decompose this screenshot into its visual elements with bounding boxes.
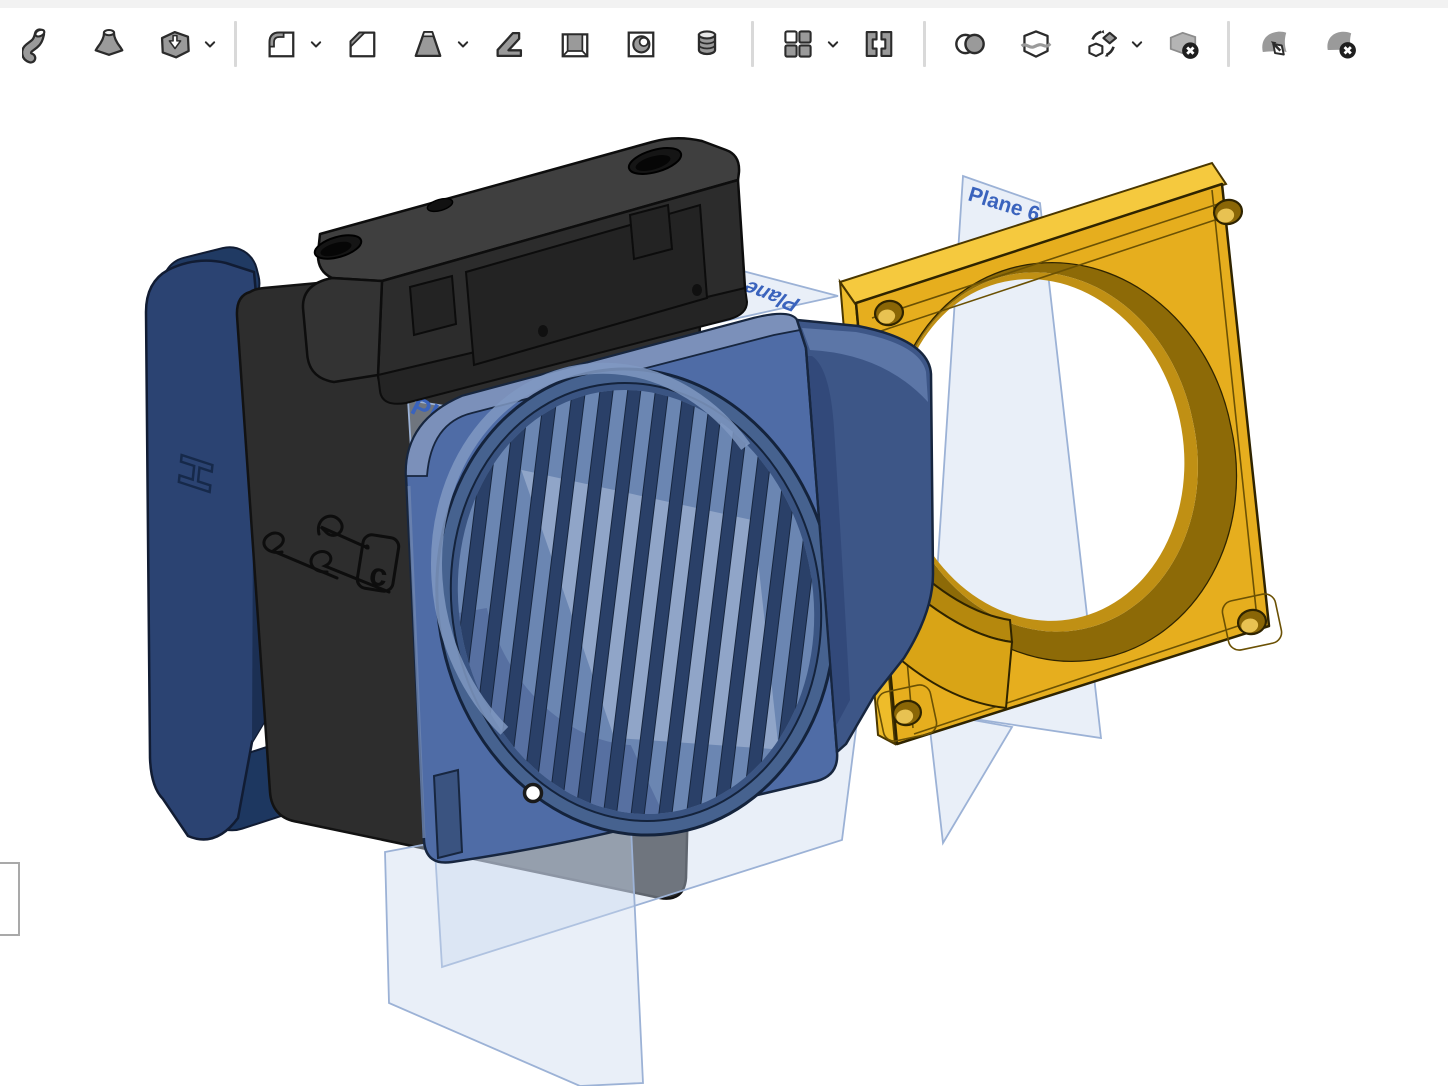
window-top-strip — [0, 0, 1448, 8]
draft-icon — [407, 23, 449, 65]
chevron-down-icon — [306, 34, 326, 54]
delete-face-button[interactable] — [1317, 18, 1363, 70]
toolbar — [0, 8, 1448, 81]
fillet-icon — [260, 23, 302, 65]
draft-dropdown[interactable] — [452, 18, 474, 70]
draft-button[interactable] — [405, 18, 451, 70]
loft-button[interactable] — [86, 18, 132, 70]
linear-pattern-dropdown[interactable] — [822, 18, 844, 70]
thicken-dropdown[interactable] — [199, 18, 221, 70]
cropped-panel-edge — [0, 862, 20, 936]
boolean-button[interactable] — [947, 18, 993, 70]
toolbar-divider — [1227, 21, 1230, 67]
transform-button[interactable] — [1079, 18, 1125, 70]
mirror-icon — [858, 23, 900, 65]
delete-part-button[interactable] — [1160, 18, 1206, 70]
shell-button[interactable] — [552, 18, 598, 70]
chamfer-button[interactable] — [339, 18, 385, 70]
chevron-down-icon — [200, 34, 220, 54]
move-face-button[interactable] — [1251, 18, 1297, 70]
hole-icon — [620, 23, 662, 65]
transform-icon — [1081, 23, 1123, 65]
move-face-icon — [1253, 23, 1295, 65]
delete-face-icon — [1319, 23, 1361, 65]
fillet-button[interactable] — [258, 18, 304, 70]
rib-button[interactable] — [486, 18, 532, 70]
thread-icon — [686, 23, 728, 65]
mirror-button[interactable] — [856, 18, 902, 70]
toolbar-divider — [234, 21, 237, 67]
chevron-down-icon — [453, 34, 473, 54]
loft-icon — [88, 23, 130, 65]
toolbar-divider — [751, 21, 754, 67]
rib-icon — [488, 23, 530, 65]
thread-button[interactable] — [684, 18, 730, 70]
shell-icon — [554, 23, 596, 65]
boolean-icon — [949, 23, 991, 65]
hole-button[interactable] — [618, 18, 664, 70]
transform-dropdown[interactable] — [1126, 18, 1148, 70]
delete-part-icon — [1162, 23, 1204, 65]
fan-badge-dot — [365, 545, 370, 550]
thicken-icon — [154, 23, 196, 65]
vertex-point[interactable] — [525, 785, 542, 802]
fillet-dropdown[interactable] — [305, 18, 327, 70]
sweep-button[interactable] — [20, 18, 66, 70]
linear-pattern-button[interactable] — [775, 18, 821, 70]
toolbar-divider — [923, 21, 926, 67]
linear-pattern-icon — [777, 23, 819, 65]
thicken-button[interactable] — [152, 18, 198, 70]
chevron-down-icon — [823, 34, 843, 54]
viewport-3d[interactable]: Plane H c — [0, 80, 1448, 1086]
app-window: Plane H c — [0, 0, 1448, 1086]
chamfer-icon — [341, 23, 383, 65]
split-icon — [1015, 23, 1057, 65]
chevron-down-icon — [1127, 34, 1147, 54]
split-button[interactable] — [1013, 18, 1059, 70]
sweep-icon — [22, 23, 64, 65]
